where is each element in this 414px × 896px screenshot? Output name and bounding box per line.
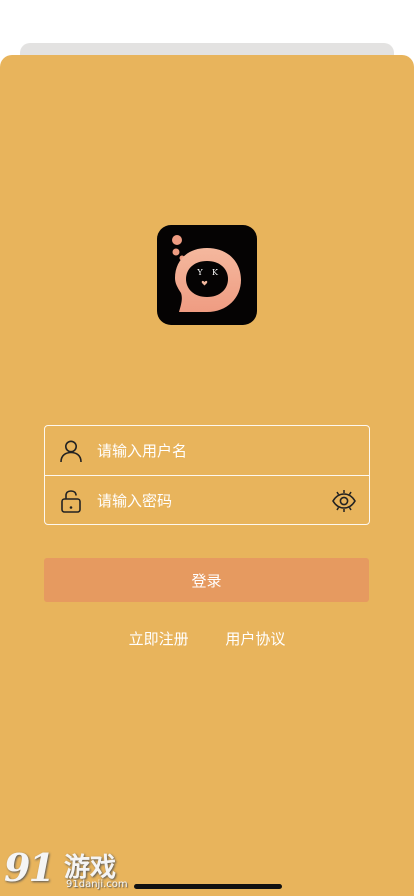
password-input[interactable] (97, 491, 331, 510)
user-icon (60, 440, 82, 462)
app-logo: Y K (157, 225, 257, 325)
password-row (45, 476, 369, 525)
login-form (44, 425, 370, 525)
username-input[interactable] (97, 441, 369, 460)
username-row (45, 426, 369, 476)
login-button[interactable]: 登录 (44, 558, 369, 602)
logo-letter-left: Y (196, 268, 203, 277)
home-indicator[interactable] (134, 884, 282, 889)
site-watermark: 91 游戏 91danji.com (4, 845, 140, 895)
logo-letter-right: K (212, 268, 219, 277)
watermark-url: 91danji.com (66, 879, 128, 890)
lock-icon (61, 489, 81, 513)
agreement-link[interactable]: 用户协议 (225, 628, 285, 649)
watermark-number: 91 (4, 845, 55, 890)
auth-links: 立即注册 用户协议 (0, 628, 414, 649)
logo-graphic: Y K (172, 235, 241, 312)
register-link[interactable]: 立即注册 (129, 628, 189, 649)
eye-icon[interactable] (331, 488, 357, 514)
login-screen: Y K 请输入用户名 登录 立即注册 用户协议 91 游戏 91danji.co… (0, 55, 414, 896)
